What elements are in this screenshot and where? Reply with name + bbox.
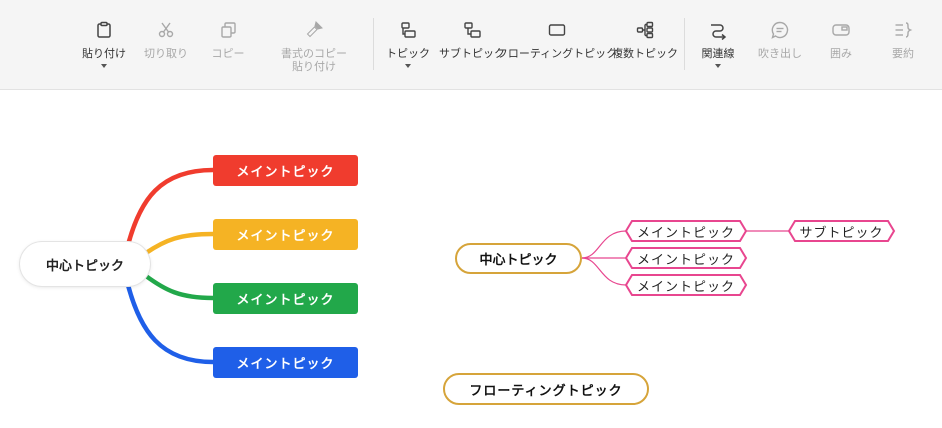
subtopic-icon — [461, 19, 483, 41]
callout-icon — [769, 19, 791, 41]
branch-line-yellow — [143, 231, 216, 256]
branch-line-green — [143, 273, 216, 301]
callout-button[interactable]: 吹き出し — [756, 0, 804, 90]
floating-topic[interactable]: フローティングトピック — [443, 373, 649, 405]
subtopic-label: サブトピック — [439, 47, 505, 60]
paste-label: 貼り付け — [82, 47, 126, 60]
floating-topic-icon — [546, 19, 568, 41]
topic-button[interactable]: トピック — [386, 0, 430, 90]
multiple-topics-button[interactable]: 複数トピック — [612, 0, 678, 90]
relationship-dropdown-caret-icon[interactable] — [715, 64, 721, 68]
multiple-topics-label: 複数トピック — [612, 47, 678, 60]
topic-icon — [397, 19, 419, 41]
toolbar: 貼り付け 切り取り コピー 書式のコピー 貼り付け トピック サブトピック フロ… — [0, 0, 942, 90]
subtopic-button[interactable]: サブトピック — [439, 0, 505, 90]
boundary-icon — [830, 19, 852, 41]
cut-button[interactable]: 切り取り — [143, 0, 189, 90]
branch-line-pink-3 — [581, 257, 627, 286]
main-topic-red[interactable]: メイントピック — [213, 155, 358, 186]
clipboard-icon — [93, 19, 115, 41]
format-copy-label-line1: 書式のコピー — [281, 47, 347, 60]
copy-icon — [217, 19, 239, 41]
format-copy-paste-button[interactable]: 書式のコピー 貼り付け — [280, 0, 348, 90]
callout-label: 吹き出し — [758, 47, 802, 60]
multiple-topics-icon — [634, 19, 656, 41]
toolbar-separator — [684, 18, 685, 70]
relationship-icon — [707, 19, 729, 41]
floating-topic-label: フローティングトピック — [496, 47, 618, 60]
central-topic[interactable]: 中心トピック — [20, 242, 150, 286]
paste-button[interactable]: 貼り付け — [80, 0, 128, 90]
main-topic-hex-2[interactable]: メイントピック — [626, 248, 746, 268]
format-brush-icon — [303, 19, 325, 41]
central-topic-2[interactable]: 中心トピック — [455, 243, 582, 274]
main-topic-hex-1[interactable]: メイントピック — [626, 221, 746, 241]
main-topic-yellow[interactable]: メイントピック — [213, 219, 358, 250]
main-topic-green[interactable]: メイントピック — [213, 283, 358, 314]
summary-button[interactable]: 要約 — [885, 0, 921, 90]
format-copy-label-line2: 貼り付け — [292, 60, 336, 73]
relationship-button[interactable]: 関連線 — [698, 0, 738, 90]
topic-dropdown-caret-icon[interactable] — [405, 64, 411, 68]
summary-icon — [892, 19, 914, 41]
boundary-button[interactable]: 囲み — [823, 0, 859, 90]
paste-dropdown-caret-icon[interactable] — [101, 64, 107, 68]
floating-topic-button[interactable]: フローティングトピック — [497, 0, 617, 90]
summary-label: 要約 — [892, 47, 914, 60]
topic-label: トピック — [386, 47, 430, 60]
scissors-icon — [155, 19, 177, 41]
branch-line-pink-1 — [581, 230, 627, 259]
subtopic-hex[interactable]: サブトピック — [789, 221, 894, 241]
copy-button[interactable]: コピー — [208, 0, 248, 90]
copy-label: コピー — [211, 47, 245, 60]
boundary-label: 囲み — [830, 47, 852, 60]
mindmap-canvas[interactable]: 中心トピック メイントピック メイントピック メイントピック メイントピック 中… — [0, 90, 942, 428]
main-topic-blue[interactable]: メイントピック — [213, 347, 358, 378]
cut-label: 切り取り — [144, 47, 188, 60]
toolbar-separator — [373, 18, 374, 70]
main-topic-hex-3[interactable]: メイントピック — [626, 275, 746, 295]
relationship-label: 関連線 — [701, 47, 735, 60]
